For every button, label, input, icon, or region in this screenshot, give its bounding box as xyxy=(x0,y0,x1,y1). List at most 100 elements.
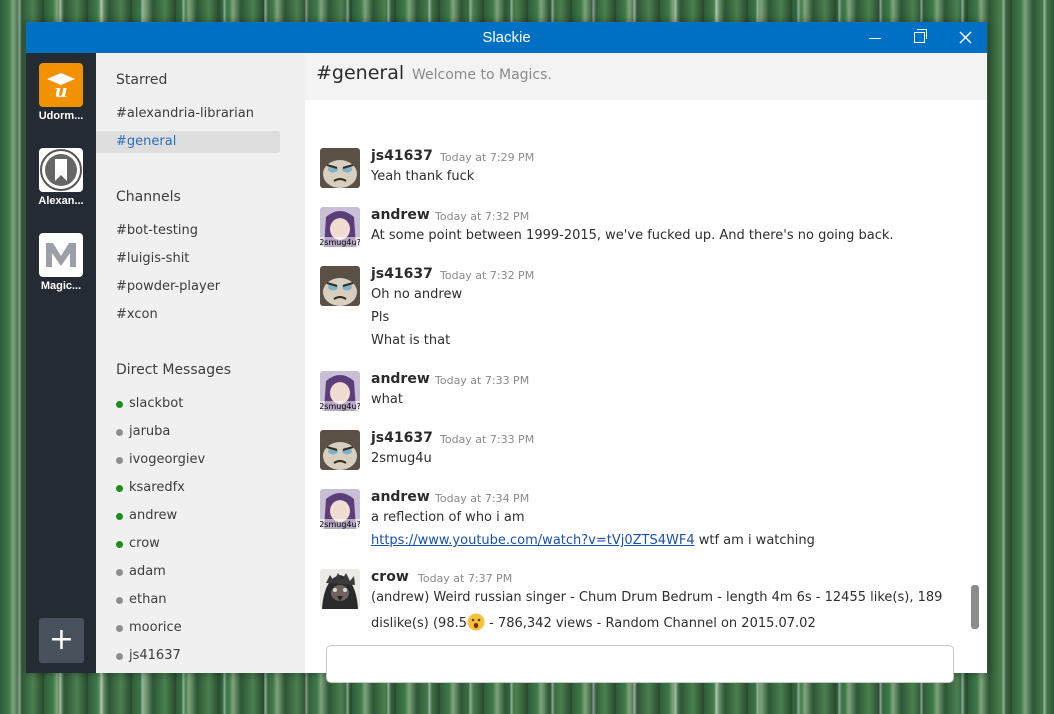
svg-text:2smug4u?: 2smug4u? xyxy=(320,402,360,411)
surprised-emoji-icon xyxy=(467,613,485,631)
dm-item-moorice[interactable]: moorice xyxy=(96,617,280,639)
message-author[interactable]: js41637 xyxy=(371,430,433,446)
message-pane: #general Welcome to Magics. js41637 Toda… xyxy=(305,53,987,683)
status-online-icon xyxy=(116,401,123,408)
message-author[interactable]: js41637 xyxy=(371,148,433,164)
dm-name: ksaredfx xyxy=(129,480,185,495)
message-text-part: dislike(s) (98.5 xyxy=(371,616,467,631)
message-author[interactable]: andrew xyxy=(371,371,430,387)
team-magics[interactable]: Magic... xyxy=(33,233,89,292)
sidebar-item-luigis-shit[interactable]: #luigis-shit xyxy=(96,248,280,270)
channel-title: #general xyxy=(316,62,405,84)
message: 2smug4u? andrew Today at 7:32 PM At some… xyxy=(320,207,960,252)
sidebar-item-general[interactable]: #general xyxy=(96,131,280,153)
dm-name: adam xyxy=(129,564,166,579)
message-author[interactable]: crow xyxy=(371,569,409,585)
message-text: dislike(s) (98.5 - 786,342 views - Rando… xyxy=(371,613,816,631)
title-bar[interactable]: Slackie xyxy=(26,22,987,53)
avatar-andrew[interactable]: 2smug4u? xyxy=(320,207,360,247)
message: js41637 Today at 7:29 PM Yeah thank fuck xyxy=(320,148,960,193)
message: js41637 Today at 7:33 PM 2smug4u xyxy=(320,430,960,475)
message-timestamp: Today at 7:29 PM xyxy=(440,151,535,164)
message-text-part: - 786,342 views - Random Channel on 2015… xyxy=(485,616,816,631)
status-online-icon xyxy=(116,485,123,492)
status-away-icon xyxy=(116,625,123,632)
message-timestamp: Today at 7:34 PM xyxy=(435,492,530,505)
dm-name: ethan xyxy=(129,592,167,607)
message-text: (andrew) Weird russian singer - Chum Dru… xyxy=(371,590,943,605)
message-text: Yeah thank fuck xyxy=(371,169,475,184)
dm-item-adam[interactable]: adam xyxy=(96,561,280,583)
udorm-logo-icon: u xyxy=(39,63,83,107)
dm-item-jaruba[interactable]: jaruba xyxy=(96,421,280,443)
minimize-icon xyxy=(869,38,881,39)
team-name: Magic... xyxy=(40,280,82,292)
message-author[interactable]: andrew xyxy=(371,207,430,223)
minimize-button[interactable] xyxy=(852,22,898,53)
message-link[interactable]: https://www.youtube.com/watch?v=tVj0ZTS4… xyxy=(371,533,695,548)
status-away-icon xyxy=(116,597,123,604)
window-title: Slackie xyxy=(482,29,531,46)
avatar-js41637[interactable] xyxy=(320,266,360,306)
message: 2smug4u? andrew Today at 7:34 PM a refle… xyxy=(320,489,960,549)
dm-item-crow[interactable]: crow xyxy=(96,533,280,555)
plus-icon: + xyxy=(48,622,75,657)
message-author[interactable]: js41637 xyxy=(371,266,433,282)
sidebar-item-bot-testing[interactable]: #bot-testing xyxy=(96,220,280,242)
channel-sidebar: Starred #alexandria-librarian #general C… xyxy=(96,53,305,673)
channels-heading: Channels xyxy=(116,189,181,205)
sidebar-item-xcon[interactable]: #xcon xyxy=(96,304,280,326)
status-away-icon xyxy=(116,653,123,660)
add-team-button[interactable]: + xyxy=(39,618,84,663)
app-window: Slackie u Udorm... Alexan... Magic... + … xyxy=(26,22,987,683)
close-button[interactable] xyxy=(942,22,988,53)
message-input[interactable] xyxy=(326,645,954,683)
dm-item-ivogeorgiev[interactable]: ivogeorgiev xyxy=(96,449,280,471)
alexandria-logo-icon xyxy=(39,148,83,192)
avatar-andrew[interactable]: 2smug4u? xyxy=(320,489,360,529)
messages-scrollbar[interactable] xyxy=(971,585,979,629)
dm-name: js41637 xyxy=(129,648,181,663)
message-text: what xyxy=(371,392,403,407)
svg-text:2smug4u?: 2smug4u? xyxy=(320,238,360,247)
restore-button[interactable] xyxy=(896,22,942,53)
message-text: At some point between 1999-2015, we've f… xyxy=(371,228,894,243)
message: crow Today at 7:37 PM (andrew) Weird rus… xyxy=(320,569,960,639)
starred-heading: Starred xyxy=(116,72,168,88)
svg-text:2smug4u?: 2smug4u? xyxy=(320,520,360,529)
message-timestamp: Today at 7:37 PM xyxy=(418,572,513,585)
team-alexandria[interactable]: Alexan... xyxy=(33,148,89,207)
team-name: Alexan... xyxy=(38,195,84,207)
sidebar-item-alexandria-librarian[interactable]: #alexandria-librarian xyxy=(96,103,280,125)
status-away-icon xyxy=(116,429,123,436)
dm-item-slackbot[interactable]: slackbot xyxy=(96,393,280,415)
sidebar-item-powder-player[interactable]: #powder-player xyxy=(96,276,280,298)
message-author[interactable]: andrew xyxy=(371,489,430,505)
dm-item-ethan[interactable]: ethan xyxy=(96,589,280,611)
message-text: Oh no andrew xyxy=(371,287,463,302)
restore-icon xyxy=(913,29,927,43)
magics-logo-icon xyxy=(39,233,83,277)
dm-item-js41637[interactable]: js41637 xyxy=(96,645,280,667)
channel-topic: Welcome to Magics. xyxy=(412,67,552,83)
avatar-js41637[interactable] xyxy=(320,148,360,188)
message-timestamp: Today at 7:33 PM xyxy=(435,374,530,387)
dm-name: ivogeorgiev xyxy=(129,452,206,467)
team-udorm[interactable]: u Udorm... xyxy=(33,63,89,122)
message-timestamp: Today at 7:32 PM xyxy=(435,210,530,223)
dm-item-ksaredfx[interactable]: ksaredfx xyxy=(96,477,280,499)
dm-item-andrew[interactable]: andrew xyxy=(96,505,280,527)
message-text: What is that xyxy=(371,333,451,348)
avatar-crow[interactable] xyxy=(320,569,360,609)
status-away-icon xyxy=(116,569,123,576)
status-online-icon xyxy=(116,541,123,548)
message-timestamp: Today at 7:32 PM xyxy=(440,269,535,282)
message-text: Pls xyxy=(371,310,390,325)
dm-name: moorice xyxy=(129,620,182,635)
avatar-js41637[interactable] xyxy=(320,430,360,470)
status-online-icon xyxy=(116,513,123,520)
message-text: 2smug4u xyxy=(371,451,432,466)
team-name: Udorm... xyxy=(38,110,84,122)
message-text-after-link: wtf am i watching xyxy=(694,533,815,548)
avatar-andrew[interactable]: 2smug4u? xyxy=(320,371,360,411)
